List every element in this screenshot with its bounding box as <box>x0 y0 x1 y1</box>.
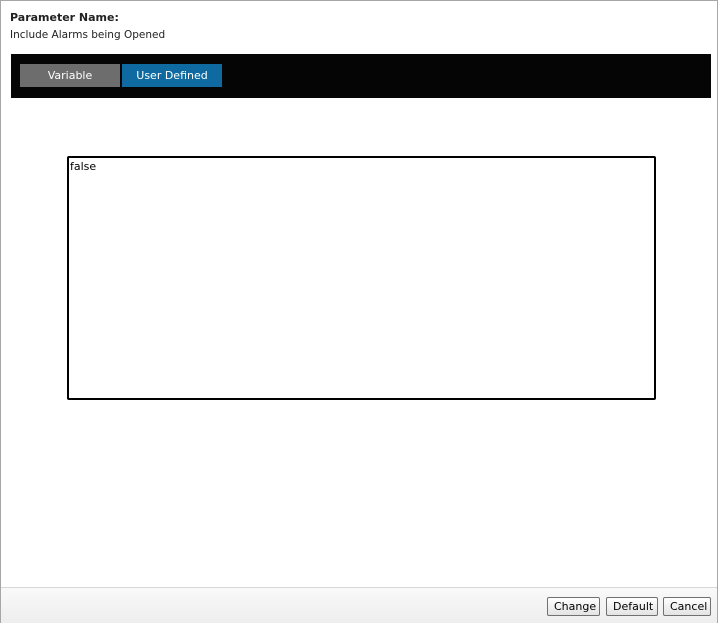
value-editor[interactable]: false <box>67 156 656 400</box>
tab-user-defined[interactable]: User Defined <box>122 64 222 87</box>
tab-bar: Variable User Defined <box>11 54 711 98</box>
default-button[interactable]: Default <box>606 597 658 616</box>
change-button[interactable]: Change <box>547 597 600 616</box>
parameter-dialog: Parameter Name: Include Alarms being Ope… <box>0 0 718 623</box>
dialog-footer: Change Default Cancel <box>1 587 717 623</box>
tab-variable[interactable]: Variable <box>20 64 120 87</box>
cancel-button[interactable]: Cancel <box>663 597 711 616</box>
parameter-name-label: Parameter Name: <box>10 11 119 24</box>
parameter-name-value: Include Alarms being Opened <box>10 29 166 41</box>
